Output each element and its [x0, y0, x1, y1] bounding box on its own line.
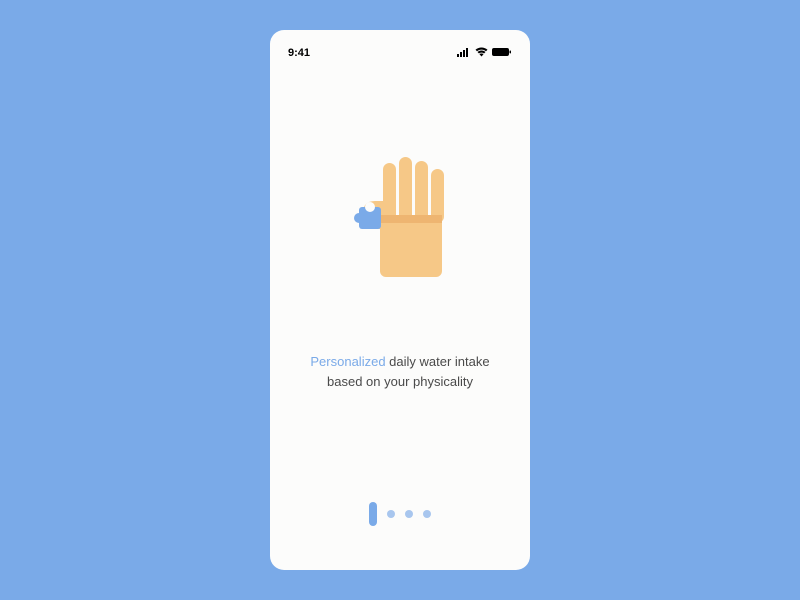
page-indicator[interactable]: [288, 502, 512, 526]
page-dot-2[interactable]: [387, 510, 395, 518]
onboarding-description: Personalized daily water intake based on…: [288, 352, 512, 391]
hand-puzzle-icon: [345, 157, 455, 287]
highlight-word: Personalized: [310, 354, 385, 369]
status-icons: [457, 47, 512, 60]
status-bar: 9:41: [288, 44, 512, 62]
status-time: 9:41: [288, 47, 310, 59]
wifi-icon: [475, 47, 488, 60]
onboarding-illustration: [288, 152, 512, 292]
cellular-signal-icon: [457, 47, 471, 60]
page-dot-1[interactable]: [369, 502, 377, 526]
page-dot-4[interactable]: [423, 510, 431, 518]
phone-frame: 9:41: [270, 30, 530, 570]
page-dot-3[interactable]: [405, 510, 413, 518]
battery-icon: [492, 47, 512, 60]
